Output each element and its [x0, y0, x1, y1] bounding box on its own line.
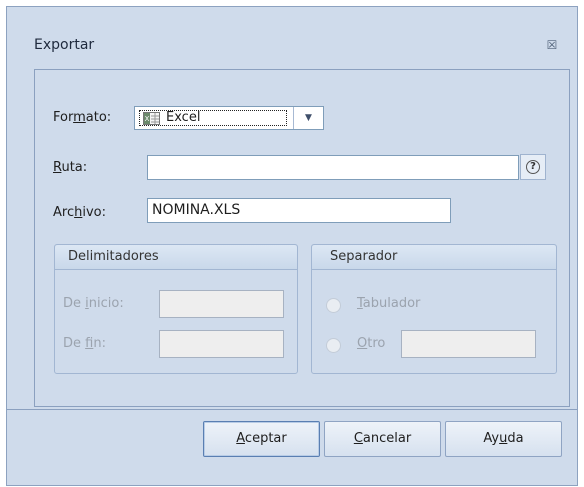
footer-divider: [7, 409, 577, 410]
chevron-down-icon[interactable]: ▼: [294, 107, 323, 129]
other-separator-input: [401, 330, 536, 358]
separator-group: Separador Tabulador Otro: [311, 244, 557, 374]
export-options-panel: Formato: X Excel ▼ Ruta: ? Archivo: NOMI…: [34, 69, 570, 407]
export-dialog: Exportar ☒ Formato: X Excel ▼ Ruta: ? Ar…: [6, 6, 578, 486]
cancel-button[interactable]: Cancelar: [324, 421, 441, 457]
other-separator-radio[interactable]: [326, 338, 341, 353]
start-delimiter-input: [159, 290, 284, 318]
file-name-input[interactable]: NOMINA.XLS: [147, 198, 451, 223]
close-button[interactable]: ☒: [542, 36, 562, 54]
tab-separator-radio[interactable]: [326, 298, 341, 313]
format-value-text: Excel: [166, 110, 201, 125]
excel-file-icon: X: [143, 112, 160, 125]
dialog-title: Exportar: [34, 37, 95, 53]
help-button[interactable]: Ayuda: [445, 421, 562, 457]
format-combobox[interactable]: X Excel ▼: [134, 106, 324, 130]
accept-button[interactable]: Aceptar: [203, 421, 320, 457]
end-delimiter-input: [159, 330, 284, 358]
title-bar[interactable]: Exportar ☒: [7, 7, 577, 67]
close-icon: ☒: [546, 38, 558, 52]
svg-text:X: X: [145, 115, 150, 123]
other-separator-label: Otro: [357, 336, 386, 351]
file-label: Archivo:: [53, 205, 106, 220]
route-label: Ruta:: [53, 160, 88, 175]
route-input[interactable]: [147, 155, 519, 180]
tab-separator-label: Tabulador: [357, 296, 421, 311]
question-mark-icon: ?: [526, 160, 540, 174]
end-delimiter-label: De fin:: [63, 336, 106, 351]
format-selected-value: X Excel: [139, 110, 287, 126]
format-label: Formato:: [53, 110, 112, 125]
delimiters-group: Delimitadores De inicio: De fin:: [54, 244, 298, 374]
delimiters-group-header: Delimitadores: [55, 245, 297, 270]
start-delimiter-label: De inicio:: [63, 296, 124, 311]
route-help-button[interactable]: ?: [520, 154, 546, 180]
delimiters-group-title: Delimitadores: [68, 249, 159, 264]
separator-group-title: Separador: [330, 249, 398, 264]
separator-group-header: Separador: [312, 245, 556, 270]
